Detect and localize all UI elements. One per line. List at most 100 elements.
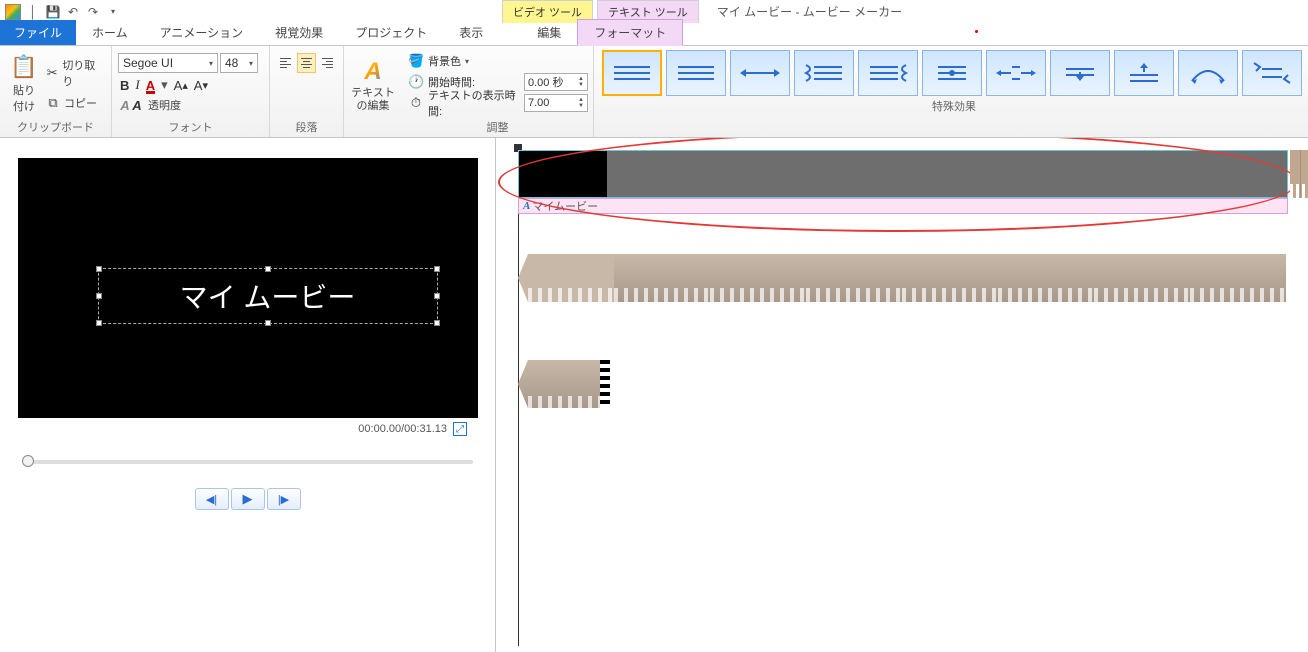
effect-zoom[interactable]: [922, 50, 982, 96]
resize-handle[interactable]: [96, 293, 102, 299]
group-label-effects: 特殊効果: [602, 96, 1306, 116]
save-icon[interactable]: 💾: [44, 3, 62, 21]
resize-handle[interactable]: [265, 320, 271, 326]
shrink-font-button[interactable]: A▾: [194, 78, 208, 93]
font-color-button[interactable]: A: [146, 78, 155, 93]
seek-thumb[interactable]: [22, 455, 34, 467]
grow-font-button[interactable]: A▴: [174, 78, 188, 93]
bgcolor-button[interactable]: 🪣 背景色 ▾: [408, 51, 588, 71]
effect-stretch-h[interactable]: [986, 50, 1046, 96]
tab-animation[interactable]: アニメーション: [144, 20, 260, 45]
tab-format[interactable]: フォーマット: [577, 19, 683, 46]
timeline-pane: A マイムービー: [495, 138, 1308, 652]
effect-spin[interactable]: [1242, 50, 1302, 96]
ribbon-tabs: ファイル ホーム アニメーション 視覚効果 プロジェクト 表示 編集 フォーマッ…: [0, 24, 1308, 46]
preview-canvas[interactable]: マイ ムービー: [18, 158, 478, 418]
effects-gallery[interactable]: [602, 50, 1306, 96]
timeline-clip-video[interactable]: [518, 254, 1288, 302]
chevron-down-icon: ▾: [465, 57, 469, 66]
title-text-box[interactable]: マイ ムービー: [98, 268, 438, 324]
group-font: Segoe UI▾ 48▾ B I A ▾ A▴ A▾ A A: [112, 46, 270, 137]
effect-fly-up[interactable]: [1114, 50, 1174, 96]
start-time-input[interactable]: 0.00 秒 ▲▼: [524, 73, 588, 91]
group-label-clipboard: クリップボード: [6, 119, 105, 137]
resize-handle[interactable]: [434, 266, 440, 272]
resize-handle[interactable]: [434, 293, 440, 299]
effect-scroll[interactable]: [666, 50, 726, 96]
seek-bar[interactable]: [22, 460, 473, 464]
redo-icon[interactable]: ↷: [84, 3, 102, 21]
effect-fly-horizontal[interactable]: [730, 50, 790, 96]
resize-handle[interactable]: [96, 266, 102, 272]
align-right-button[interactable]: [318, 53, 337, 73]
title-text: マイ ムービー: [180, 276, 356, 316]
effect-fly-down[interactable]: [1050, 50, 1110, 96]
clip-thumbnail: [607, 151, 1287, 197]
playhead[interactable]: [518, 146, 519, 646]
effect-fly-left[interactable]: [794, 50, 854, 96]
chevron-down-icon[interactable]: ▾: [161, 77, 168, 93]
play-button[interactable]: ▶: [231, 488, 265, 510]
transparency-button[interactable]: A A 透明度: [118, 97, 258, 113]
clip-text-track[interactable]: A マイムービー: [518, 198, 1288, 214]
prev-frame-button[interactable]: ◀|: [195, 488, 229, 510]
tab-project[interactable]: プロジェクト: [339, 20, 443, 45]
effect-none[interactable]: [602, 50, 662, 96]
duration-input[interactable]: 7.00 ▲▼: [524, 94, 588, 112]
group-effects: 特殊効果: [594, 46, 1308, 137]
tab-file[interactable]: ファイル: [0, 20, 76, 45]
timeline-clip-title[interactable]: A マイムービー: [518, 150, 1288, 214]
clip-thumbnail: [518, 254, 614, 302]
clip-thumbnail: [710, 254, 806, 302]
align-center-button[interactable]: [297, 53, 316, 73]
clip-thumbnail: [1094, 254, 1190, 302]
preview-pane: マイ ムービー 00:00.00/00:31.13 ⤢ ◀| ▶ |▶: [0, 138, 495, 652]
tab-edit[interactable]: 編集: [521, 20, 577, 45]
paste-button[interactable]: 📋 貼り 付け: [6, 49, 42, 119]
timeline-clip-short[interactable]: [518, 360, 610, 408]
fullscreen-icon[interactable]: ⤢: [453, 422, 467, 436]
resize-handle[interactable]: [434, 320, 440, 326]
qat-customize-icon[interactable]: ▾: [104, 3, 122, 21]
workspace: マイ ムービー 00:00.00/00:31.13 ⤢ ◀| ▶ |▶: [0, 138, 1308, 652]
next-frame-button[interactable]: |▶: [267, 488, 301, 510]
bold-button[interactable]: B: [120, 78, 129, 93]
cut-button[interactable]: ✂ 切り取り: [42, 55, 105, 91]
clip-video-track[interactable]: [518, 150, 1288, 198]
clip-thumbnail: [902, 254, 998, 302]
group-textedit: A テキスト の編集: [344, 46, 402, 137]
resize-handle[interactable]: [265, 266, 271, 272]
font-size-select[interactable]: 48▾: [220, 53, 258, 73]
effect-swing[interactable]: [1178, 50, 1238, 96]
group-clipboard: 📋 貼り 付け ✂ 切り取り ⧉ コピー クリップボード: [0, 46, 112, 137]
ribbon: 📋 貼り 付け ✂ 切り取り ⧉ コピー クリップボード Se: [0, 46, 1308, 138]
resize-handle[interactable]: [96, 320, 102, 326]
chevron-down-icon: ▾: [209, 59, 213, 68]
tab-visual-effects[interactable]: 視覚効果: [259, 20, 339, 45]
tab-view[interactable]: 表示: [443, 20, 499, 45]
undo-icon[interactable]: ↶: [64, 3, 82, 21]
duration-icon: ⏱: [408, 95, 424, 111]
clock-icon: 🕐: [408, 74, 424, 90]
italic-button[interactable]: I: [135, 77, 139, 93]
clip-thumbnail-next[interactable]: [1290, 150, 1308, 198]
clipboard-icon: 📋: [10, 54, 37, 80]
group-label-adjust: 調整: [408, 119, 587, 137]
copy-button[interactable]: ⧉ コピー: [42, 93, 105, 113]
group-label-textedit: [350, 123, 396, 137]
clip-thumbnail: [1190, 254, 1286, 302]
align-left-button[interactable]: [276, 53, 295, 73]
clip-thumbnail: [519, 151, 607, 197]
group-label-font: フォント: [118, 119, 263, 137]
group-adjust: 🪣 背景色 ▾ 🕐 開始時間: 0.00 秒 ▲▼ ⏱ テキストの表示時間:: [402, 46, 594, 137]
effect-fly-right[interactable]: [858, 50, 918, 96]
transparency-icon2: A: [130, 98, 144, 112]
edit-text-icon: A: [364, 58, 381, 87]
tab-home[interactable]: ホーム: [76, 20, 144, 45]
playback-controls: ◀| ▶ |▶: [10, 488, 485, 510]
font-name-select[interactable]: Segoe UI▾: [118, 53, 218, 73]
scissors-icon: ✂: [46, 66, 58, 80]
qat-separator: │: [24, 3, 42, 21]
edit-text-button[interactable]: A テキスト の編集: [350, 58, 396, 113]
chevron-down-icon: ▾: [249, 59, 253, 68]
